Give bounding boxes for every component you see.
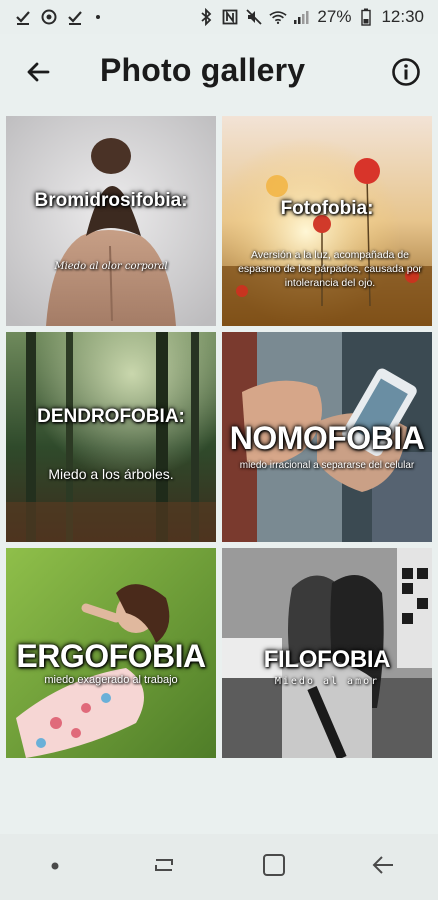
photo-image xyxy=(6,332,216,542)
photo-tile-bromidrosifobia[interactable]: Bromidrosifobia: Miedo al olor corporal xyxy=(6,116,216,326)
tile-subtitle: Miedo al olor corporal xyxy=(54,261,168,272)
tile-title: DENDROFOBIA: xyxy=(37,406,185,427)
recents-icon xyxy=(152,854,176,881)
arrow-left-icon xyxy=(25,59,51,90)
system-nav-bar xyxy=(0,834,438,900)
target-icon xyxy=(40,8,58,26)
check-icon xyxy=(66,8,84,26)
mute-icon xyxy=(245,8,263,26)
bluetooth-icon xyxy=(197,8,215,26)
check-icon xyxy=(14,8,32,26)
back-button[interactable] xyxy=(20,56,56,92)
tile-title: Bromidrosifobia: xyxy=(34,190,188,211)
photo-tile-fotofobia[interactable]: Fotofobia: Aversión a la luz, acompañada… xyxy=(222,116,432,326)
battery-icon xyxy=(357,8,375,26)
page-title: Photo gallery xyxy=(100,52,306,88)
recents-button[interactable] xyxy=(134,847,194,887)
clock: 12:30 xyxy=(381,7,424,26)
tile-title: ERGOFOBIA xyxy=(16,638,206,674)
notification-dot-icon xyxy=(96,15,100,19)
wifi-icon xyxy=(269,8,288,26)
photo-image xyxy=(6,116,216,326)
photo-tile-dendrofobia[interactable]: DENDROFOBIA: Miedo a los árboles. xyxy=(6,332,216,542)
home-button[interactable] xyxy=(244,847,304,887)
photo-tile-nomofobia[interactable]: NOMOFOBIA miedo irracional a separarse d… xyxy=(222,332,432,542)
info-button[interactable] xyxy=(388,56,424,92)
nfc-icon xyxy=(221,8,239,26)
back-arrow-icon xyxy=(371,854,395,881)
tile-title: FILOFOBIA xyxy=(263,646,391,673)
app-bar: Photo gallery xyxy=(0,34,438,114)
photo-tile-ergofobia[interactable]: ERGOFOBIA miedo exagerado al trabajo xyxy=(6,548,216,758)
tile-subtitle: miedo exagerado al trabajo xyxy=(44,674,178,686)
status-left xyxy=(14,8,197,26)
status-right: 27% 12:30 xyxy=(197,7,424,27)
home-square-icon xyxy=(262,853,286,882)
signal-icon xyxy=(293,8,311,26)
battery-percent: 27% xyxy=(317,7,352,26)
status-bar: 27% 12:30 xyxy=(0,0,438,34)
tile-subtitle: miedo irracional a separarse del celular xyxy=(239,460,415,471)
photo-grid: Bromidrosifobia: Miedo al olor corporal xyxy=(6,116,434,758)
assistant-dot-button[interactable] xyxy=(25,847,85,887)
tile-title: NOMOFOBIA xyxy=(229,420,425,456)
dot-icon xyxy=(50,858,60,876)
tile-title: Fotofobia: xyxy=(280,198,374,219)
tile-subtitle: Miedo al amor xyxy=(274,676,380,687)
photo-tile-filofobia[interactable]: FILOFOBIA Miedo al amor xyxy=(222,548,432,758)
info-icon xyxy=(391,57,421,92)
tile-subtitle: Aversión a la luz, acompañada de espasmo… xyxy=(238,249,422,289)
system-back-button[interactable] xyxy=(353,847,413,887)
photo-image xyxy=(222,116,432,326)
tile-subtitle: Miedo a los árboles. xyxy=(48,466,174,482)
